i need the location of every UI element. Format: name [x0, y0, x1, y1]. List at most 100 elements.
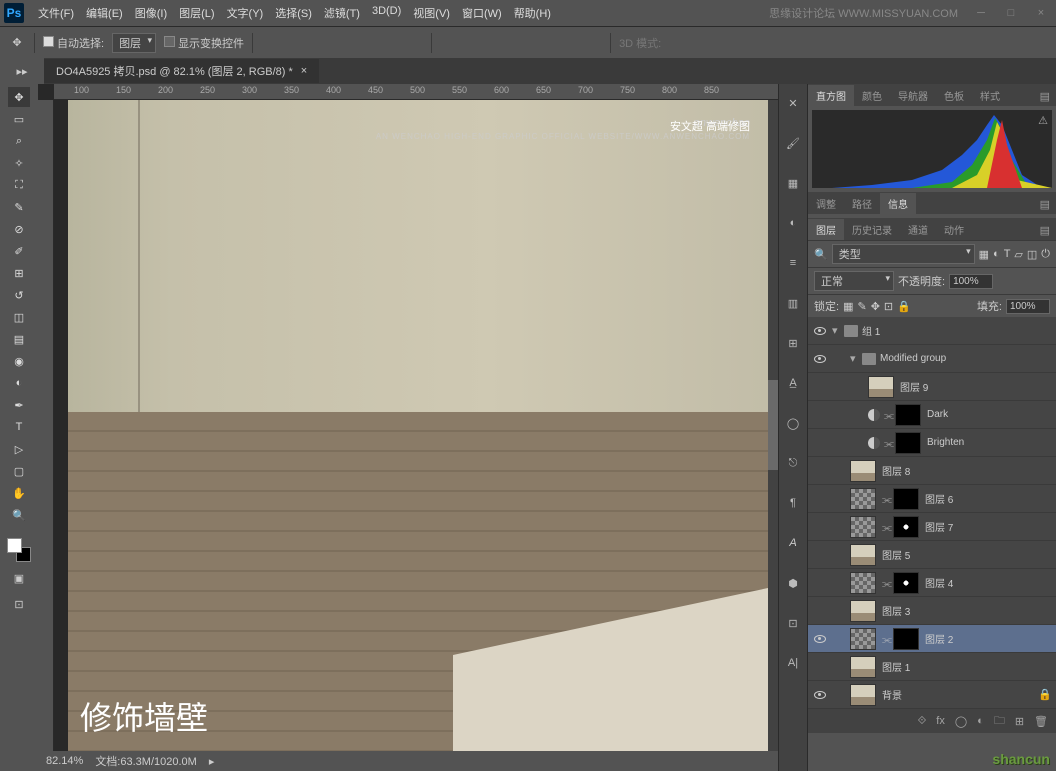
brush-tool[interactable]: ✐: [8, 241, 30, 261]
layer-filter-dropdown[interactable]: 类型: [832, 244, 975, 264]
mask-icon[interactable]: ◯: [955, 715, 967, 728]
menu-文字(Y)[interactable]: 文字(Y): [221, 5, 270, 21]
type-tool[interactable]: T: [8, 417, 30, 437]
auto-select-checkbox[interactable]: 自动选择:: [43, 35, 104, 51]
layer-row[interactable]: ▾组 1: [808, 317, 1056, 345]
utensils-icon[interactable]: ✕: [782, 92, 804, 114]
filter-adj-icon[interactable]: ◐: [993, 248, 1000, 260]
zoom-level[interactable]: 82.14%: [46, 755, 83, 767]
layer-row[interactable]: ⫘Dark: [808, 401, 1056, 429]
menu-图层(L)[interactable]: 图层(L): [173, 5, 220, 21]
crop-tool[interactable]: ⛶: [8, 175, 30, 195]
zoom-tool[interactable]: 🔍: [8, 505, 30, 525]
menu-选择(S)[interactable]: 选择(S): [269, 5, 318, 21]
layer-row[interactable]: ⫘图层 4: [808, 569, 1056, 597]
distribute-icon[interactable]: [584, 34, 602, 52]
new-layer-icon[interactable]: ⊞: [1015, 715, 1024, 728]
document-tab[interactable]: DO4A5925 拷贝.psd @ 82.1% (图层 2, RGB/8) * …: [44, 59, 319, 83]
search-icon[interactable]: 🔍: [814, 248, 828, 261]
layer-row[interactable]: ▾Modified group: [808, 345, 1056, 373]
minimize-button[interactable]: ─: [966, 3, 996, 23]
panel-tab[interactable]: 图层: [808, 219, 844, 240]
measurement-icon[interactable]: A|: [782, 652, 804, 674]
align-hcenter-icon[interactable]: [379, 34, 397, 52]
align-bottom-icon[interactable]: [313, 34, 331, 52]
panel-tab[interactable]: 通道: [900, 219, 936, 240]
lock-nest-icon[interactable]: ⊡: [884, 300, 893, 313]
color-swatches[interactable]: [7, 538, 31, 562]
layer-row[interactable]: ⫘图层 6: [808, 485, 1056, 513]
visibility-toggle[interactable]: [808, 691, 832, 699]
eraser-tool[interactable]: ◫: [8, 307, 30, 327]
lock-all-icon[interactable]: 🔒: [897, 300, 911, 313]
device-preview-icon[interactable]: ⎋: [782, 452, 804, 474]
rectangle-tool[interactable]: ▢: [8, 461, 30, 481]
fill-input[interactable]: [1006, 299, 1050, 314]
screen-mode-tool[interactable]: ⊡: [8, 594, 30, 614]
auto-select-dropdown[interactable]: 图层: [112, 33, 156, 53]
blend-mode-dropdown[interactable]: 正常: [814, 271, 894, 291]
3d-icon[interactable]: ⬢: [782, 572, 804, 594]
layer-row[interactable]: 背景🔒: [808, 681, 1056, 709]
align-top-icon[interactable]: [261, 34, 279, 52]
layer-row[interactable]: 图层 3: [808, 597, 1056, 625]
menu-视图(V)[interactable]: 视图(V): [407, 5, 456, 21]
visibility-toggle[interactable]: [808, 327, 832, 335]
menu-帮助(H)[interactable]: 帮助(H): [508, 5, 557, 21]
3d-pan-icon[interactable]: [721, 34, 739, 52]
panel-menu-icon[interactable]: ▤: [1034, 195, 1056, 214]
gradient-tool[interactable]: ▤: [8, 329, 30, 349]
properties-icon[interactable]: ⊡: [782, 612, 804, 634]
maximize-button[interactable]: □: [996, 3, 1026, 23]
move-tool[interactable]: ✥: [8, 87, 30, 107]
panel-tab[interactable]: 路径: [844, 193, 880, 214]
layer-row[interactable]: ⫘图层 7: [808, 513, 1056, 541]
lock-paint-icon[interactable]: ✎: [857, 300, 866, 313]
align-vcenter-icon[interactable]: [287, 34, 305, 52]
filter-shape-icon[interactable]: ▱: [1014, 248, 1022, 261]
lasso-tool[interactable]: ⌕: [8, 131, 30, 151]
lock-trans-icon[interactable]: ▦: [843, 300, 853, 313]
menu-窗口(W)[interactable]: 窗口(W): [456, 5, 508, 21]
visibility-toggle[interactable]: [808, 355, 832, 363]
quick-mask-icon[interactable]: ▣: [8, 568, 30, 588]
panel-tab[interactable]: 样式: [972, 85, 1008, 106]
layer-row[interactable]: 图层 5: [808, 541, 1056, 569]
history-brush-tool[interactable]: ↺: [8, 285, 30, 305]
filter-pixel-icon[interactable]: ▦: [979, 248, 989, 261]
menu-3D(D)[interactable]: 3D(D): [366, 5, 407, 21]
layer-row[interactable]: ⫘Brighten: [808, 429, 1056, 457]
panel-menu-icon[interactable]: ▤: [1034, 221, 1056, 240]
histogram-warning-icon[interactable]: ⚠: [1038, 114, 1048, 127]
eyedropper-tool[interactable]: ✎: [8, 197, 30, 217]
panel-tab[interactable]: 调整: [808, 193, 844, 214]
screen-mode-icon[interactable]: [1030, 34, 1048, 52]
distribute-icon[interactable]: [558, 34, 576, 52]
panel-tab[interactable]: 历史记录: [844, 219, 900, 240]
adjustment-icon[interactable]: ◐: [977, 715, 984, 727]
fx-icon[interactable]: fx: [936, 715, 945, 727]
show-transform-checkbox[interactable]: 显示变换控件: [164, 35, 244, 51]
layer-row[interactable]: 图层 8: [808, 457, 1056, 485]
close-button[interactable]: ×: [1026, 3, 1056, 23]
hand-tool[interactable]: ✋: [8, 483, 30, 503]
panel-menu-icon[interactable]: ▤: [1034, 87, 1056, 106]
adjustments-icon[interactable]: ◐: [782, 212, 804, 234]
dodge-tool[interactable]: ◐: [8, 373, 30, 393]
link-layers-icon[interactable]: ⟐: [918, 715, 927, 728]
brush-panel-icon[interactable]: 🖌: [782, 132, 804, 154]
distribute-icon[interactable]: [440, 34, 458, 52]
status-arrow-icon[interactable]: ▸: [209, 755, 215, 768]
tab-close-icon[interactable]: ×: [301, 65, 307, 77]
panel-tab[interactable]: 颜色: [854, 85, 890, 106]
layer-row[interactable]: 图层 1: [808, 653, 1056, 681]
expand-tools-icon[interactable]: ▸▸: [0, 58, 44, 84]
visibility-toggle[interactable]: [808, 635, 832, 643]
layer-row[interactable]: ⫘图层 2: [808, 625, 1056, 653]
swatches-icon[interactable]: ▥: [782, 292, 804, 314]
brush-presets-icon[interactable]: ▦: [782, 172, 804, 194]
menu-文件(F)[interactable]: 文件(F): [32, 5, 80, 21]
menu-滤镜(T)[interactable]: 滤镜(T): [318, 5, 366, 21]
marquee-tool[interactable]: ▭: [8, 109, 30, 129]
cc-libraries-icon[interactable]: ◯: [782, 412, 804, 434]
